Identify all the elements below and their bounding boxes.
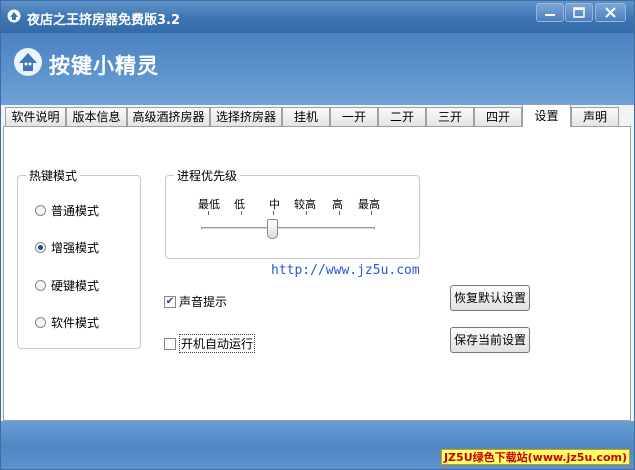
group-title: 热键模式 (26, 167, 81, 184)
radio-icon (35, 280, 46, 291)
slider-tick (306, 211, 307, 215)
priority-slider-thumb[interactable] (267, 219, 278, 239)
maximize-button[interactable] (565, 3, 593, 22)
priority-level-label: 最低 (198, 198, 220, 211)
tab-open-4[interactable]: 四开 (474, 107, 522, 126)
site-watermark: JZ5U绿色下载站(www.jz5u.com) (441, 449, 630, 465)
priority-level-label: 最高 (358, 198, 380, 211)
priority-group: 进程优先级 (165, 167, 420, 259)
priority-level-label: 较高 (294, 198, 316, 211)
slider-tick (339, 211, 340, 215)
checkbox-checked-icon: ✔ (164, 295, 176, 308)
app-icon (7, 9, 21, 23)
radio-label: 增强模式 (51, 241, 100, 255)
radio-enhanced-mode[interactable]: 增强模式 (35, 239, 99, 256)
priority-levels: 最低 低 中 较高 高 最高 (1, 196, 635, 211)
slider-tick (241, 211, 242, 215)
tab-select[interactable]: 选择挤房器 (210, 107, 282, 126)
group-title: 进程优先级 (174, 167, 241, 184)
title-bar[interactable]: 夜店之王挤房器免费版3.2 (1, 1, 634, 33)
logo-icon (14, 48, 42, 76)
slider-tick (208, 211, 209, 215)
radio-icon (35, 317, 46, 328)
radio-hardware-mode[interactable]: 硬键模式 (35, 277, 99, 294)
tab-settings[interactable]: 设置 (522, 104, 571, 127)
tab-version-info[interactable]: 版本信息 (66, 107, 127, 126)
app-window: 夜店之王挤房器免费版3.2 按键小精灵 软件说明 版本信息 高级酒挤房器 选择挤… (0, 0, 635, 470)
tab-open-1[interactable]: 一开 (330, 107, 378, 126)
slider-tick (273, 211, 274, 215)
priority-level-label: 中 (269, 198, 280, 211)
tab-advanced[interactable]: 高级酒挤房器 (127, 107, 210, 126)
radio-selected-icon (35, 242, 46, 253)
maximize-icon (573, 7, 585, 18)
priority-slider-track[interactable] (201, 227, 375, 230)
tab-strip: 软件说明 版本信息 高级酒挤房器 选择挤房器 挂机 一开 二开 三开 四开 设置… (5, 104, 633, 127)
save-settings-button[interactable]: 保存当前设置 (450, 327, 530, 353)
minimize-icon (545, 14, 555, 16)
tab-open-3[interactable]: 三开 (426, 107, 474, 126)
radio-label: 软件模式 (51, 316, 100, 330)
tab-hang[interactable]: 挂机 (282, 107, 330, 126)
radio-label: 硬键模式 (51, 279, 100, 293)
radio-software-mode[interactable]: 软件模式 (35, 314, 99, 331)
checkbox-label: 开机自动运行 (179, 334, 256, 353)
close-icon (605, 7, 616, 18)
priority-level-label: 高 (332, 198, 343, 211)
minimize-button[interactable] (536, 3, 564, 22)
checkbox-icon (164, 337, 176, 350)
close-button[interactable] (595, 3, 626, 22)
priority-level-label: 低 (234, 198, 245, 211)
checkbox-label: 声音提示 (179, 295, 228, 309)
sound-alert-checkbox[interactable]: ✔ 声音提示 (164, 293, 227, 310)
slider-tick (371, 211, 372, 215)
restore-defaults-button[interactable]: 恢复默认设置 (450, 285, 530, 311)
tab-open-2[interactable]: 二开 (378, 107, 426, 126)
autostart-checkbox[interactable]: 开机自动运行 (164, 334, 256, 353)
tab-software-info[interactable]: 软件说明 (5, 107, 66, 126)
tab-statement[interactable]: 声明 (571, 107, 619, 126)
logo-text: 按键小精灵 (49, 54, 159, 78)
website-link[interactable]: http://www.jz5u.com (271, 263, 420, 278)
banner: 按键小精灵 (1, 33, 634, 105)
window-title: 夜店之王挤房器免费版3.2 (27, 13, 181, 28)
